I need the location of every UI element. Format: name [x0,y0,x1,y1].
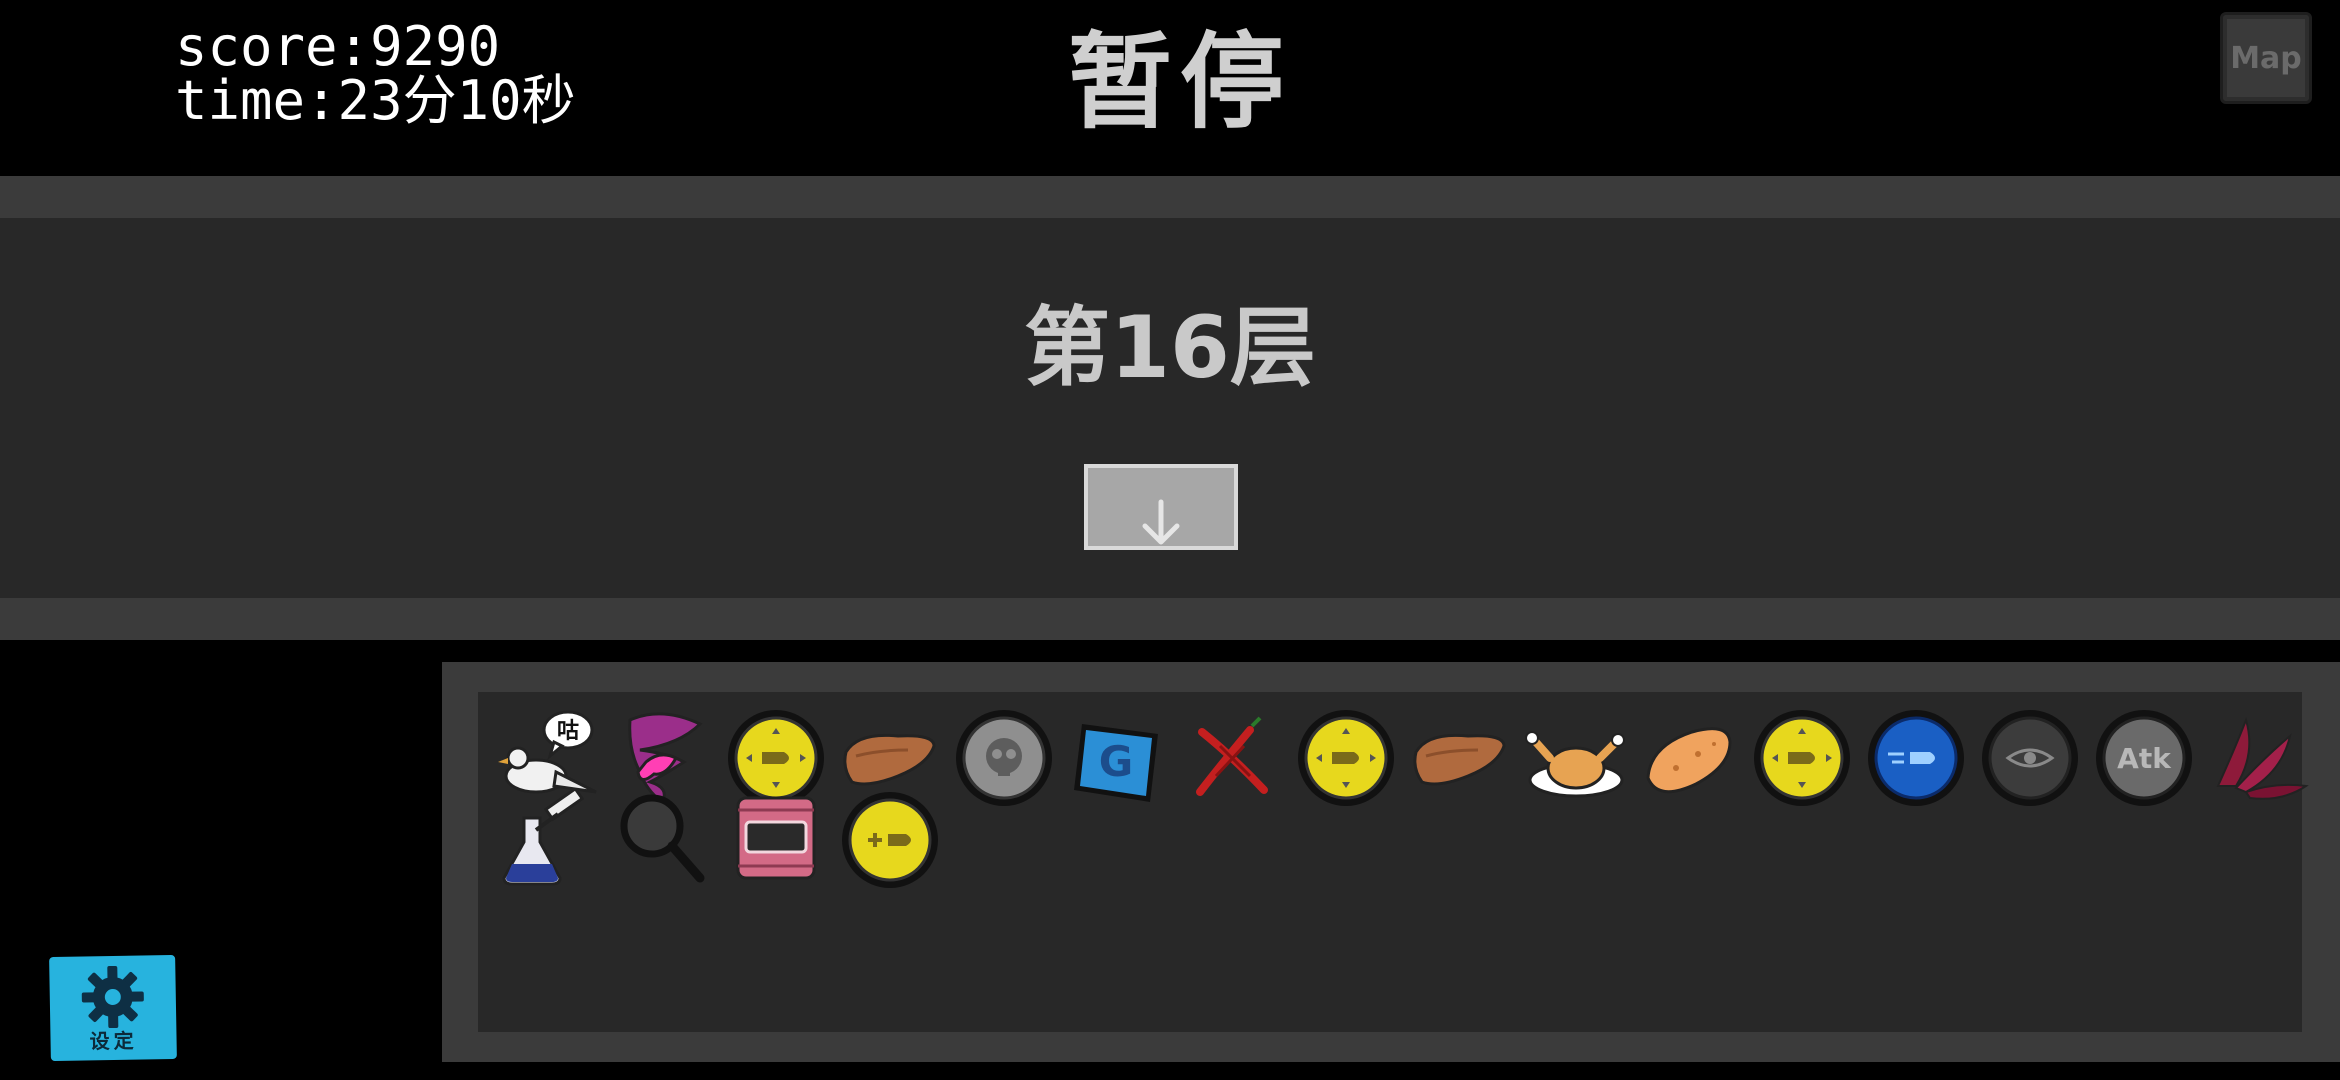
floor-panel: 第16层 [0,218,2340,598]
gray-skull-coin-icon [956,710,1052,806]
inventory-slot[interactable] [1522,706,1626,810]
dove-speech-text: 咕 [557,719,579,744]
inventory-slot[interactable] [724,788,828,892]
settings-label: 设定 [89,1028,138,1054]
arrow-down-icon [1142,499,1180,545]
inventory-panel: 咕 G Atk [442,662,2340,1062]
potato-icon [1646,727,1732,794]
inventory-slot[interactable] [1408,706,1512,810]
map-button[interactable]: Map [2220,12,2312,104]
inventory-slot[interactable]: Atk [2092,706,2196,810]
roast-chicken-icon [1525,731,1625,798]
inventory-slot[interactable] [496,788,600,892]
g-card-letter: G [1099,737,1133,786]
yellow-bullet-coin-icon [1298,710,1394,806]
map-button-label: Map [2230,40,2302,76]
red-crossed-peppers-icon [1196,716,1268,796]
hud-stats: score:9290 time:23分10秒 [175,20,576,128]
yellow-bullet-coin-icon [1754,710,1850,806]
floor-band: 第16层 [0,176,2340,640]
inventory-slot[interactable] [838,788,942,892]
settings-button[interactable]: 设定 [49,954,177,1062]
pause-screen: score:9290 time:23分10秒 暂停 Map 第16层 咕 G A… [0,0,2340,1080]
blue-g-card-icon: G [1074,724,1158,802]
magnifying-glass-icon [620,794,705,883]
atk-coin-text: Atk [2117,742,2172,775]
pause-title: 暂停 [1067,21,1292,143]
floor-label: 第16层 [1024,298,1316,398]
crimson-leaves-icon [2216,716,2309,800]
inventory-slot[interactable] [1294,706,1398,810]
inventory-slot[interactable] [1864,706,1968,810]
inventory-slot[interactable] [1750,706,1854,810]
dark-eye-coin-icon [1982,710,2078,806]
gray-atk-coin-icon: Atk [2096,710,2192,806]
yellow-plus-bullet-coin-icon [842,792,938,888]
time-text: time:23分10秒 [175,69,576,132]
inventory-slot[interactable] [610,788,714,892]
blue-fast-bullet-coin-icon [1868,710,1964,806]
inventory-slot[interactable]: G [1066,706,1170,810]
brown-liver-icon [1413,733,1506,786]
inventory-grid: 咕 G Atk [478,692,2309,1032]
inventory-slot[interactable] [952,706,1056,810]
descend-button[interactable] [1084,464,1238,550]
pink-treasure-chest-icon [736,796,816,880]
gear-icon [81,965,144,1029]
score-text: score:9290 [175,15,501,78]
inventory-slot[interactable] [2206,706,2310,810]
inventory-slot[interactable] [1636,706,1740,810]
flask-syringe-icon [502,788,585,886]
inventory-slot[interactable] [1180,706,1284,810]
inventory-slot[interactable] [1978,706,2082,810]
